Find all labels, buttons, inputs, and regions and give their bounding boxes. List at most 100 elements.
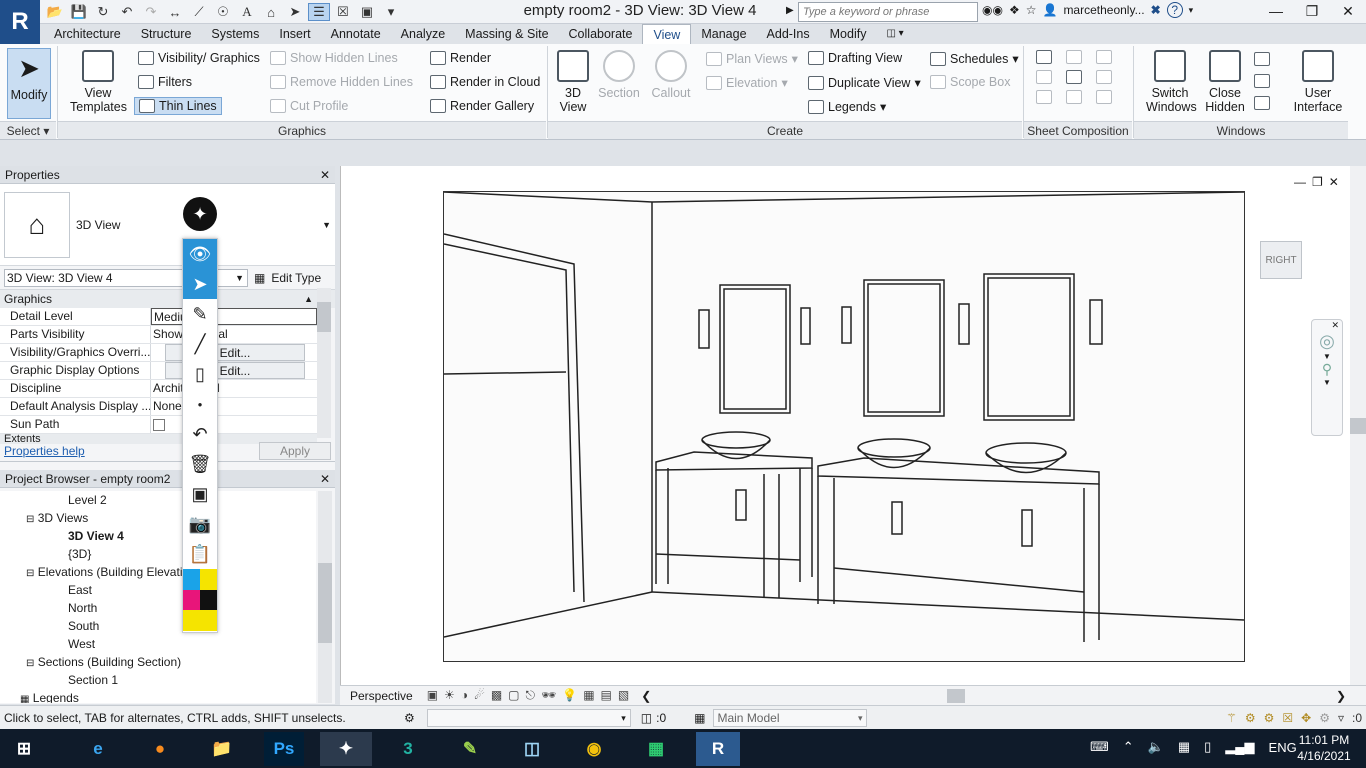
edit-type-button[interactable]: Edit Type [271, 271, 321, 285]
worksharing-icon[interactable]: ▦ [583, 688, 600, 702]
open-icon[interactable]: 📂 [44, 3, 66, 21]
sun-path-checkbox[interactable] [153, 419, 165, 431]
selected-color-swatch[interactable] [183, 610, 217, 631]
worksets-icon[interactable]: ⚙ [404, 711, 415, 725]
properties-help-link[interactable]: Properties help [4, 444, 85, 458]
show-hidden-lines-button[interactable]: Show Hidden Lines [270, 51, 398, 65]
file-explorer-icon[interactable]: 📁 [202, 732, 242, 766]
restore-icon[interactable]: ❐ [1294, 0, 1330, 22]
user-icon[interactable]: 👤 [1042, 3, 1057, 17]
workset-selector[interactable]: ▾ [426, 708, 631, 727]
help-menu-chevron-icon[interactable]: ▾ [1189, 5, 1194, 16]
place-view-icon[interactable] [1096, 50, 1112, 64]
revit-taskbar-icon[interactable]: R [696, 732, 740, 766]
3d-view-button[interactable]: 3D View [554, 50, 592, 114]
tab-insert[interactable]: Insert [269, 24, 320, 44]
scroll-right-icon[interactable]: ❯ [1336, 689, 1346, 703]
clipboard-icon[interactable]: 📋 [183, 539, 217, 569]
legends-button[interactable]: Legends ▾ [808, 99, 886, 114]
analytical-model-icon[interactable]: ▤ [601, 688, 618, 702]
plan-views-button[interactable]: Plan Views ▾ [706, 51, 798, 66]
close-hidden-button[interactable]: Close Hidden [1202, 50, 1248, 114]
collapse-icon[interactable]: ⊟ [26, 514, 34, 525]
editing-requests-icon[interactable]: ◫ [641, 711, 652, 725]
section-icon[interactable]: ➤ [284, 3, 306, 21]
dot-icon[interactable]: ● [183, 389, 217, 419]
matchline-icon[interactable] [1096, 70, 1112, 84]
yellow-swatch[interactable] [200, 569, 217, 590]
graphics-panel-label[interactable]: Graphics [58, 121, 546, 139]
cascade-icon[interactable] [1254, 74, 1270, 88]
visual-style-icon[interactable]: ▣ [427, 688, 444, 702]
chevron-down-icon[interactable]: ▼ [1312, 378, 1342, 387]
viewport-vertical-scrollbar[interactable] [1350, 166, 1366, 685]
whiteboard-icon[interactable]: ✎ [450, 732, 490, 766]
close-icon[interactable]: ✕ [320, 168, 330, 182]
scroll-left-icon[interactable]: ❮ [641, 689, 651, 703]
favorites-icon[interactable]: ☆ [1026, 3, 1037, 17]
board-icon[interactable]: ▣ [183, 479, 217, 509]
photoshop-icon[interactable]: Ps [264, 732, 304, 766]
save-icon[interactable]: 💾 [68, 3, 90, 21]
properties-scrollbar[interactable] [317, 288, 331, 438]
battery-icon[interactable]: ▯ [1204, 739, 1211, 755]
tab-architecture[interactable]: Architecture [44, 24, 131, 44]
sync-icon[interactable]: ↻ [92, 3, 114, 21]
close-icon[interactable]: ✕ [320, 472, 330, 486]
eraser-icon[interactable]: ▯ [183, 359, 217, 389]
view-templates-button[interactable]: View Templates [70, 50, 127, 114]
sun-path-icon[interactable]: ☀ [444, 688, 461, 702]
pointer-icon[interactable]: ➤ [183, 269, 217, 299]
drafting-view-button[interactable]: Drafting View [808, 51, 902, 65]
close-icon[interactable]: ✕ [1312, 320, 1342, 331]
replicate-icon[interactable] [1254, 52, 1270, 66]
tab-view[interactable]: View [642, 24, 692, 44]
restore-icon[interactable]: ❐ [1312, 175, 1323, 189]
select-pinned-icon[interactable]: ⚙ [1264, 711, 1275, 725]
reveal-hidden-icon[interactable]: 💡 [562, 688, 583, 702]
pen-app-icon[interactable]: ✦ [320, 732, 372, 766]
select-by-face-icon[interactable]: ☒ [1282, 711, 1293, 725]
remove-hidden-lines-button[interactable]: Remove Hidden Lines [270, 75, 413, 89]
tree-item-3d-view-4[interactable]: 3D View 4 [0, 527, 316, 545]
tree-item-sections[interactable]: ⊟ Sections (Building Section) [0, 653, 316, 671]
cyan-swatch[interactable] [183, 569, 200, 590]
ribbon-minimize-icon[interactable]: ◫ ▾ [876, 24, 913, 44]
callout-button[interactable]: Callout [648, 50, 694, 100]
text-icon[interactable]: A [236, 3, 258, 21]
prop-row-sun-path[interactable]: Sun Path [0, 416, 317, 434]
prop-value[interactable]: Edit... [151, 362, 317, 379]
revisions-icon[interactable] [1036, 70, 1052, 84]
switch-windows-icon[interactable]: ▣ [356, 3, 378, 21]
viewport-horizontal-scrollbar[interactable] [659, 688, 1328, 703]
render-button[interactable]: Render [430, 51, 491, 65]
close-icon[interactable]: ✕ [1329, 175, 1339, 189]
crop-region[interactable] [443, 191, 1245, 662]
chevron-up-icon[interactable]: ⌃ [1123, 739, 1134, 755]
windows-start-icon[interactable]: ⊞ [4, 732, 44, 766]
tab-collaborate[interactable]: Collaborate [559, 24, 643, 44]
eye-icon[interactable]: 👁 [183, 239, 217, 269]
viewports-icon[interactable] [1066, 90, 1082, 104]
camera-icon[interactable]: 📷 [183, 509, 217, 539]
crop-view-icon[interactable]: ▩ [491, 688, 508, 702]
tree-item-north[interactable]: North [0, 599, 316, 617]
prop-row-visibility-overrides[interactable]: Visibility/Graphics Overri... Edit... [0, 344, 317, 362]
sketch-app-icon[interactable]: ◫ [512, 732, 552, 766]
view-mode-label[interactable]: Perspective [350, 689, 413, 703]
type-selector[interactable]: ⌂ 3D View ▼ [0, 184, 335, 266]
lock-view-icon[interactable]: ⎋ [526, 688, 542, 702]
render-gallery-button[interactable]: Render Gallery [430, 99, 534, 113]
tab-manage[interactable]: Manage [691, 24, 756, 44]
line-icon[interactable]: ╱ [183, 329, 217, 359]
chrome-icon[interactable]: ◉ [574, 732, 614, 766]
color-palette[interactable] [183, 569, 217, 631]
filter-icon[interactable]: ▿ [1338, 711, 1344, 725]
modify-button[interactable]: ➤ Modify [7, 48, 51, 119]
tree-item-elevations[interactable]: ⊟ Elevations (Building Elevation) [0, 563, 316, 581]
title-block-icon[interactable] [1066, 50, 1082, 64]
graphics-group-header[interactable]: Graphics ▲ [0, 290, 335, 308]
tab-systems[interactable]: Systems [201, 24, 269, 44]
background-processes-icon[interactable]: ⚙ [1319, 711, 1330, 725]
minimize-icon[interactable]: — [1258, 0, 1294, 22]
